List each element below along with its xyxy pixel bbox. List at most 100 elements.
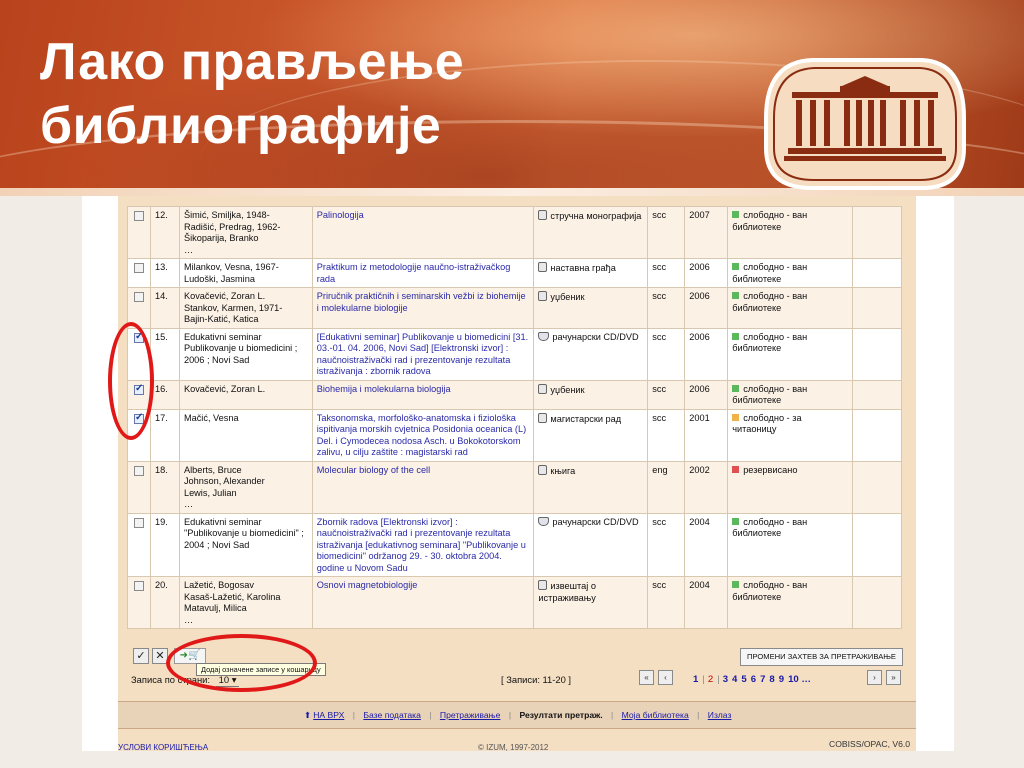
page-link[interactable]: 3: [723, 674, 728, 685]
page-link[interactable]: 8: [769, 674, 774, 685]
book-icon: [538, 210, 548, 220]
row-status: резервисано: [727, 460, 854, 514]
row-checkbox[interactable]: [133, 517, 144, 528]
row-status-label: слободно - ван библиотеке: [732, 331, 808, 354]
row-title-link[interactable]: Osnovi magnetobiologije: [311, 576, 535, 629]
records-range: [ Записи: 11-20 ]: [501, 674, 572, 685]
row-author: Edukativni seminar Publikovanje u biomed…: [178, 327, 313, 381]
row-number: 20.: [149, 576, 180, 629]
row-language: scc: [647, 206, 686, 259]
row-checkbox[interactable]: [133, 465, 144, 476]
row-type: књига: [533, 460, 649, 514]
nav-my-library-link[interactable]: Моја библиотека: [622, 710, 689, 720]
page-link[interactable]: 7: [760, 674, 765, 685]
row-extra: [852, 576, 902, 629]
row-year: 2004: [684, 576, 729, 629]
row-status: слободно - ван библиотеке: [727, 258, 854, 288]
row-title-link[interactable]: Palinologija: [311, 206, 535, 259]
page-link[interactable]: 5: [741, 674, 746, 685]
terms-link[interactable]: УСЛОВИ КОРИШЋЕЊА: [118, 743, 208, 751]
row-number: 13.: [149, 258, 180, 288]
row-title-link[interactable]: Molecular biology of the cell: [311, 460, 535, 514]
row-author: Edukativni seminar "Publikovanje u biome…: [178, 512, 313, 577]
table-row: 13. Milankov, Vesna, 1967- Ludoški, Jasmi…: [127, 258, 902, 288]
row-type: магистарски рад: [533, 408, 649, 462]
book-icon: [538, 262, 548, 272]
page-link[interactable]: 4: [732, 674, 737, 685]
row-title-link[interactable]: Zbornik radova [Elektronski izvor] : nau…: [311, 512, 535, 577]
row-checkbox-cell: [127, 460, 151, 514]
nav-databases-link[interactable]: Базе података: [363, 710, 421, 720]
table-row: 20. Lažetić, Bogosav Kasaš-Lažetić, Karol…: [127, 576, 902, 629]
row-type-label: наставна грађа: [550, 263, 616, 273]
row-number: 17.: [149, 408, 180, 462]
prev-page-button[interactable]: ‹: [658, 670, 673, 685]
row-language: scc: [647, 379, 686, 410]
row-checkbox[interactable]: [133, 211, 144, 221]
row-extra: [852, 258, 902, 288]
book-icon: [538, 383, 548, 394]
row-year: 2004: [684, 512, 729, 577]
last-page-button[interactable]: »: [886, 670, 901, 685]
version-text: COBISS/OPAC, V6.0: [829, 739, 911, 749]
page-link[interactable]: 9: [779, 674, 784, 685]
slide-title-line1: Лако прављење: [40, 33, 465, 91]
page-link[interactable]: 10 …: [788, 674, 811, 685]
row-type-label: уџбеник: [550, 384, 585, 395]
row-checkbox-cell: [127, 512, 151, 577]
row-checkbox[interactable]: [133, 292, 144, 302]
row-language: scc: [647, 258, 686, 288]
row-extra: [852, 408, 902, 462]
row-number: 18.: [149, 460, 180, 514]
book-icon: [538, 291, 548, 301]
page-link[interactable]: 2: [708, 674, 713, 685]
row-status: слободно - ван библиотеке: [727, 379, 854, 410]
status-indicator-icon: [732, 581, 740, 588]
row-checkbox-cell: [127, 576, 151, 629]
nav-top-link[interactable]: НА ВРХ: [313, 710, 344, 720]
page-link[interactable]: 1: [693, 674, 698, 685]
page-link[interactable]: 6: [751, 674, 756, 685]
row-author: Alberts, Bruce Johnson, Alexander Lewis,…: [178, 460, 313, 514]
disc-icon: [538, 331, 550, 341]
row-title-link[interactable]: [Edukativni seminar] Publikovanje u biom…: [311, 327, 535, 381]
row-title-link[interactable]: Praktikum iz metodologije naučno-istraži…: [311, 258, 535, 288]
table-row: 17.Mačić, VesnaTaksonomska, morfološko-a…: [127, 408, 902, 462]
row-checkbox[interactable]: [133, 263, 144, 273]
change-query-button[interactable]: ПРОМЕНИ ЗАХТЕВ ЗА ПРЕТРАЖИВАЊЕ: [740, 648, 903, 666]
first-page-button[interactable]: «: [639, 670, 654, 685]
next-page-button[interactable]: ›: [867, 670, 882, 685]
row-title-link[interactable]: Taksonomska, morfološko-anatomska i fizi…: [311, 408, 535, 462]
row-number: 16.: [149, 379, 180, 410]
row-extra: [852, 287, 902, 329]
row-year: 2002: [684, 460, 729, 514]
row-year: 2006: [684, 287, 729, 329]
row-language: scc: [647, 287, 686, 329]
row-year: 2001: [684, 408, 729, 462]
row-extra: [852, 379, 902, 410]
library-logo: [764, 58, 966, 190]
status-indicator-icon: [732, 465, 740, 473]
row-author: Milankov, Vesna, 1967- Ludoški, Jasmina: [178, 258, 313, 288]
select-all-button[interactable]: ✓: [133, 648, 149, 664]
slide-title-line2: библиографије: [40, 97, 442, 155]
row-checkbox[interactable]: [133, 581, 144, 591]
row-type-label: књига: [550, 465, 576, 476]
table-row: 18. Alberts, Bruce Johnson, Alexander Lew…: [127, 460, 902, 514]
nav-results-current: Резултати претраж.: [519, 710, 603, 720]
row-type: рачунарски CD/DVD: [533, 512, 649, 577]
status-indicator-icon: [732, 384, 740, 392]
row-status-label: слободно - за читаоницу: [732, 412, 802, 435]
row-type: стручна монографија: [533, 206, 649, 259]
row-extra: [852, 512, 902, 577]
nav-exit-link[interactable]: Излаз: [708, 710, 732, 720]
status-indicator-icon: [732, 332, 740, 340]
nav-search-link[interactable]: Претраживање: [440, 710, 501, 720]
row-number: 19.: [149, 512, 180, 577]
table-row: 19. Edukativni seminar "Publikovanje u bi…: [127, 512, 902, 577]
row-title-link[interactable]: Biohemija i molekularna biologija: [311, 379, 535, 410]
row-author: Kovačević, Zoran L.: [178, 379, 313, 410]
row-type-label: рачунарски CD/DVD: [552, 331, 639, 342]
row-title-link[interactable]: Priručnik praktičnih i seminarskih vežbi…: [311, 287, 535, 329]
status-indicator-icon: [732, 413, 740, 421]
